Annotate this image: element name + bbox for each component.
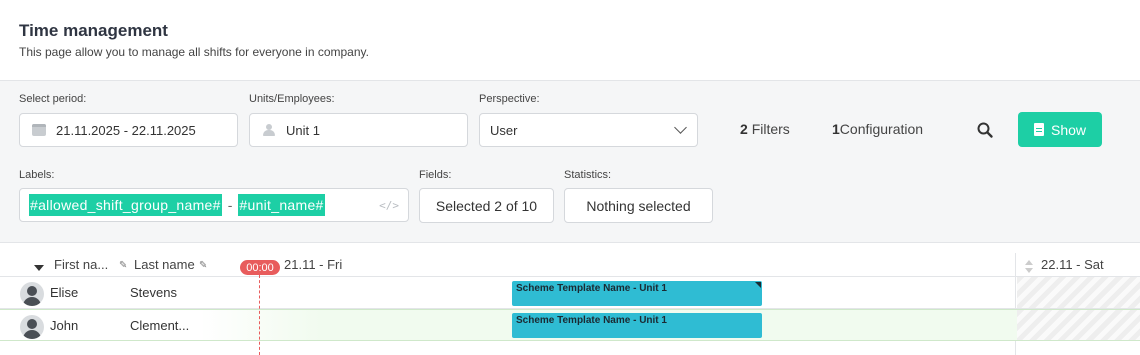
first-name-cell: Elise: [50, 285, 79, 300]
perspective-value: User: [490, 122, 518, 138]
filters-text: Filters: [751, 121, 790, 137]
column-first-name[interactable]: First na...: [54, 257, 108, 272]
sort-toggle-icon[interactable]: [1025, 260, 1033, 274]
current-time-line: [259, 275, 260, 355]
fields-value: Selected 2 of 10: [435, 197, 538, 214]
period-label: Select period:: [19, 93, 87, 105]
statistics-select-button[interactable]: Nothing selected: [564, 188, 713, 223]
filters-count: 2: [740, 121, 748, 137]
calendar-icon: [32, 124, 46, 136]
first-name-cell: John: [50, 318, 79, 333]
statistics-value: Nothing selected: [586, 197, 691, 214]
document-icon: [1033, 123, 1044, 136]
period-field[interactable]: 21.11.2025 - 22.11.2025: [19, 113, 238, 147]
units-value: Unit 1: [286, 122, 320, 138]
shift-label: Scheme Template Name - Unit 1: [516, 283, 667, 294]
show-button[interactable]: Show: [1018, 112, 1102, 147]
last-name-cell: Clement...: [130, 318, 190, 333]
table-row[interactable]: Elise Stevens Scheme Template Name - Uni…: [0, 277, 1140, 309]
avatar: [20, 315, 44, 339]
sort-desc-icon[interactable]: [34, 265, 44, 271]
day-header-fri: 21.11 - Fri: [284, 257, 343, 272]
users-icon: [262, 124, 276, 136]
page-title: Time management: [19, 21, 168, 40]
fields-select-button[interactable]: Selected 2 of 10: [419, 188, 554, 223]
show-button-label: Show: [1050, 121, 1087, 138]
grid-header: First na... ✎ Last name ✎ 21.11 - Fri 22…: [0, 255, 1140, 277]
edit-icon[interactable]: ✎: [199, 260, 207, 271]
period-value: 21.11.2025 - 22.11.2025: [56, 122, 196, 138]
statistics-label: Statistics:: [564, 169, 612, 181]
search-icon[interactable]: [976, 121, 994, 139]
edit-icon[interactable]: ✎: [119, 260, 127, 271]
label-separator: -: [227, 197, 233, 213]
current-time-badge: 00:00: [240, 260, 280, 275]
shift-label: Scheme Template Name - Unit 1: [516, 315, 667, 326]
day-header-sat: 22.11 - Sat: [1041, 257, 1104, 272]
label-tag-unit-name: #unit_name#: [238, 194, 325, 216]
shift-block[interactable]: Scheme Template Name - Unit 1: [512, 281, 762, 306]
units-label: Units/Employees:: [249, 93, 335, 105]
column-last-name-label: Last name: [134, 257, 195, 272]
labels-label: Labels:: [19, 169, 55, 181]
configuration-link[interactable]: 1Configuration: [832, 121, 923, 137]
code-icon[interactable]: </>: [379, 199, 399, 212]
labels-input[interactable]: #allowed_shift_group_name# - #unit_name#…: [19, 188, 409, 222]
shift-block[interactable]: Scheme Template Name - Unit 1: [512, 313, 762, 338]
last-name-cell: Stevens: [130, 285, 177, 300]
page-subtitle: This page allow you to manage all shifts…: [19, 45, 369, 59]
column-first-name-label: First na...: [54, 257, 109, 272]
corner-marker-icon: [755, 282, 761, 288]
chevron-down-icon: [674, 121, 687, 134]
weekend-area: [1017, 277, 1140, 308]
units-field[interactable]: Unit 1: [249, 113, 468, 147]
table-row[interactable]: John Clement... Scheme Template Name - U…: [0, 309, 1140, 341]
column-last-name[interactable]: Last name: [134, 257, 195, 272]
perspective-select[interactable]: User: [479, 113, 698, 147]
label-tag-shift-group: #allowed_shift_group_name#: [29, 194, 222, 216]
configuration-count: 1: [832, 121, 840, 137]
fields-label: Fields:: [419, 169, 452, 181]
perspective-label: Perspective:: [479, 93, 540, 105]
configuration-text: Configuration: [839, 121, 924, 137]
weekend-area: [1017, 310, 1140, 340]
avatar: [20, 282, 44, 306]
filters-link[interactable]: 2 Filters: [740, 121, 790, 137]
